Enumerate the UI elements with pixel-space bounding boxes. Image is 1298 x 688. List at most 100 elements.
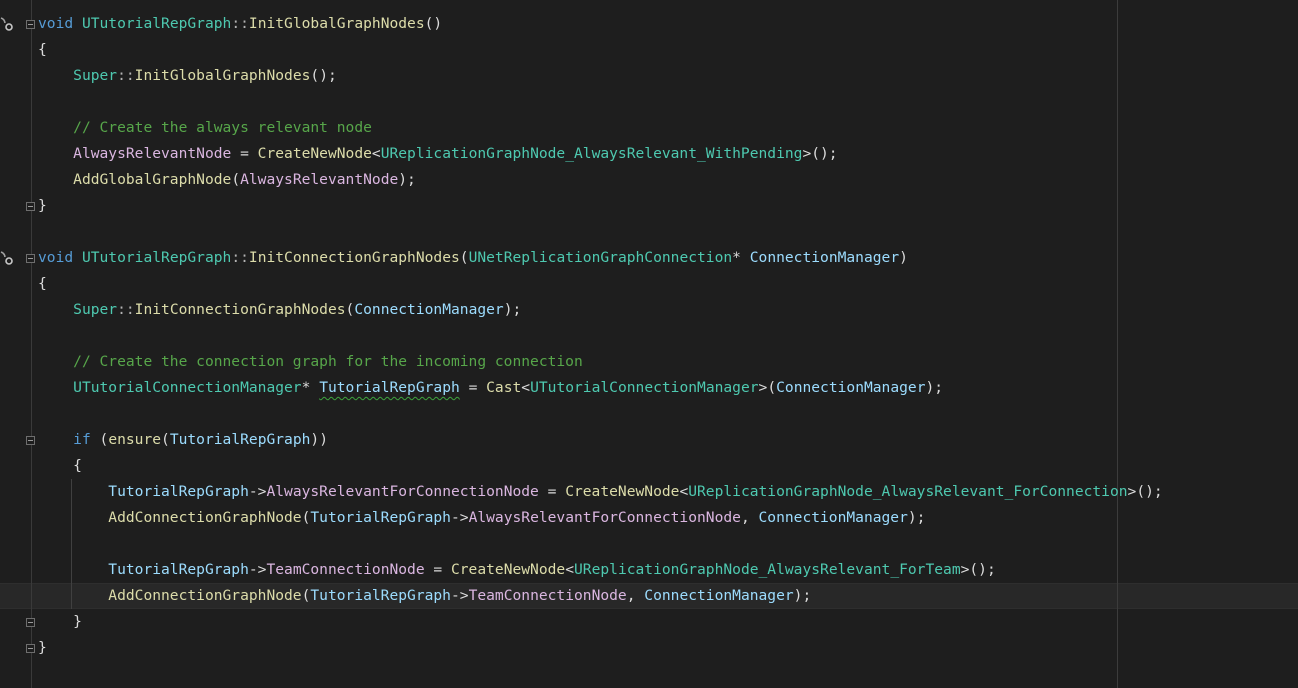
code-token: ->: [248, 561, 267, 578]
code-token: <: [679, 483, 689, 500]
code-editor[interactable]: void UTutorialRepGraph::InitGlobalGraphN…: [0, 0, 1298, 688]
code-token: <: [521, 379, 531, 396]
code-token: AlwaysRelevantForConnectionNode: [266, 483, 539, 500]
code-token: // Create the always relevant node: [73, 119, 372, 136]
code-token: TutorialRepGraph: [108, 483, 249, 500]
code-token: Super: [73, 301, 118, 318]
fold-toggle-icon[interactable]: [26, 202, 35, 211]
fold-toggle-icon[interactable]: [26, 436, 35, 445]
code-line[interactable]: {: [38, 37, 47, 63]
code-token: TutorialRepGraph: [319, 379, 460, 396]
code-token: =: [231, 145, 258, 162]
code-line[interactable]: }: [38, 193, 47, 219]
code-token: ::: [117, 67, 135, 84]
code-line[interactable]: AddConnectionGraphNode(TutorialRepGraph-…: [38, 583, 811, 609]
code-token: =: [538, 483, 566, 500]
code-token: UTutorialConnectionManager: [73, 379, 302, 396]
code-token: (: [90, 431, 109, 448]
code-token: UReplicationGraphNode_AlwaysRelevant_Wit…: [380, 145, 803, 162]
code-token: ConnectionManager: [749, 249, 900, 266]
code-token: ): [899, 249, 908, 266]
code-token: }: [38, 613, 82, 630]
code-token: (: [459, 249, 469, 266]
code-token: )): [310, 431, 328, 448]
code-token: ->: [450, 587, 469, 604]
code-token: TutorialRepGraph: [310, 587, 451, 604]
code-token: AlwaysRelevantForConnectionNode: [468, 509, 741, 526]
code-token: ();: [310, 67, 337, 84]
code-token: void: [38, 249, 74, 266]
code-token: CreateNewNode: [450, 561, 566, 578]
code-token: ConnectionManager: [776, 379, 926, 396]
code-token: // Create the connection graph for the i…: [73, 353, 583, 370]
code-token: UTutorialRepGraph: [81, 15, 232, 32]
code-token: *: [301, 379, 320, 396]
code-token: ConnectionManager: [758, 509, 908, 526]
code-token: UTutorialRepGraph: [81, 249, 232, 266]
code-token: Cast: [486, 379, 522, 396]
code-token: TutorialRepGraph: [169, 431, 311, 448]
code-token: }: [38, 197, 47, 214]
code-token: UNetReplicationGraphConnection: [468, 249, 733, 266]
code-line[interactable]: }: [38, 635, 47, 661]
code-line[interactable]: AlwaysRelevantNode = CreateNewNode<URepl…: [38, 141, 837, 167]
fold-toggle-icon[interactable]: [26, 618, 35, 627]
column-guide: [1117, 0, 1118, 688]
code-line[interactable]: {: [38, 271, 47, 297]
fold-toggle-icon[interactable]: [26, 644, 35, 653]
fold-toggle-icon[interactable]: [26, 254, 35, 263]
code-token: AddConnectionGraphNode: [108, 587, 302, 604]
code-token: *: [732, 249, 750, 266]
code-token: (: [161, 431, 170, 448]
code-token: UTutorialConnectionManager: [530, 379, 759, 396]
code-token: ::: [231, 249, 249, 266]
code-line[interactable]: AddConnectionGraphNode(TutorialRepGraph-…: [38, 505, 925, 531]
code-token: {: [38, 41, 47, 58]
reference-marker-icon[interactable]: [0, 16, 14, 32]
code-token: ::: [231, 15, 249, 32]
code-token: TutorialRepGraph: [108, 561, 249, 578]
code-token: ,: [626, 587, 645, 604]
code-line[interactable]: UTutorialConnectionManager* TutorialRepG…: [38, 375, 943, 401]
code-line[interactable]: // Create the connection graph for the i…: [38, 349, 583, 375]
code-line[interactable]: AddGlobalGraphNode(AlwaysRelevantNode);: [38, 167, 416, 193]
code-token: ::: [117, 301, 135, 318]
reference-marker-icon[interactable]: [0, 250, 14, 266]
fold-toggle-icon[interactable]: [26, 20, 35, 29]
code-token: InitGlobalGraphNodes: [248, 15, 425, 32]
code-line[interactable]: void UTutorialRepGraph::InitConnectionGr…: [38, 245, 908, 271]
code-token: ConnectionManager: [644, 587, 794, 604]
code-token: TeamConnectionNode: [468, 587, 627, 604]
code-token: ->: [450, 509, 469, 526]
code-line[interactable]: TutorialRepGraph->TeamConnectionNode = C…: [38, 557, 995, 583]
code-token: >();: [1127, 483, 1163, 500]
code-token: AlwaysRelevantNode: [73, 145, 232, 162]
code-line[interactable]: void UTutorialRepGraph::InitGlobalGraphN…: [38, 11, 442, 37]
code-token: ,: [740, 509, 759, 526]
code-token: UReplicationGraphNode_AlwaysRelevant_For…: [574, 561, 961, 578]
code-token: );: [793, 587, 812, 604]
code-line[interactable]: Super::InitConnectionGraphNodes(Connecti…: [38, 297, 521, 323]
code-line[interactable]: }: [38, 609, 82, 635]
code-token: AddConnectionGraphNode: [108, 509, 302, 526]
code-line[interactable]: if (ensure(TutorialRepGraph)): [38, 427, 328, 453]
code-line[interactable]: // Create the always relevant node: [38, 115, 372, 141]
code-token: InitConnectionGraphNodes: [248, 249, 460, 266]
code-token: CreateNewNode: [565, 483, 680, 500]
code-line[interactable]: {: [38, 453, 82, 479]
code-token: <: [565, 561, 575, 578]
code-token: =: [424, 561, 451, 578]
code-token: InitGlobalGraphNodes: [134, 67, 311, 84]
code-line[interactable]: TutorialRepGraph->AlwaysRelevantForConne…: [38, 479, 1163, 505]
code-line[interactable]: Super::InitGlobalGraphNodes();: [38, 63, 337, 89]
